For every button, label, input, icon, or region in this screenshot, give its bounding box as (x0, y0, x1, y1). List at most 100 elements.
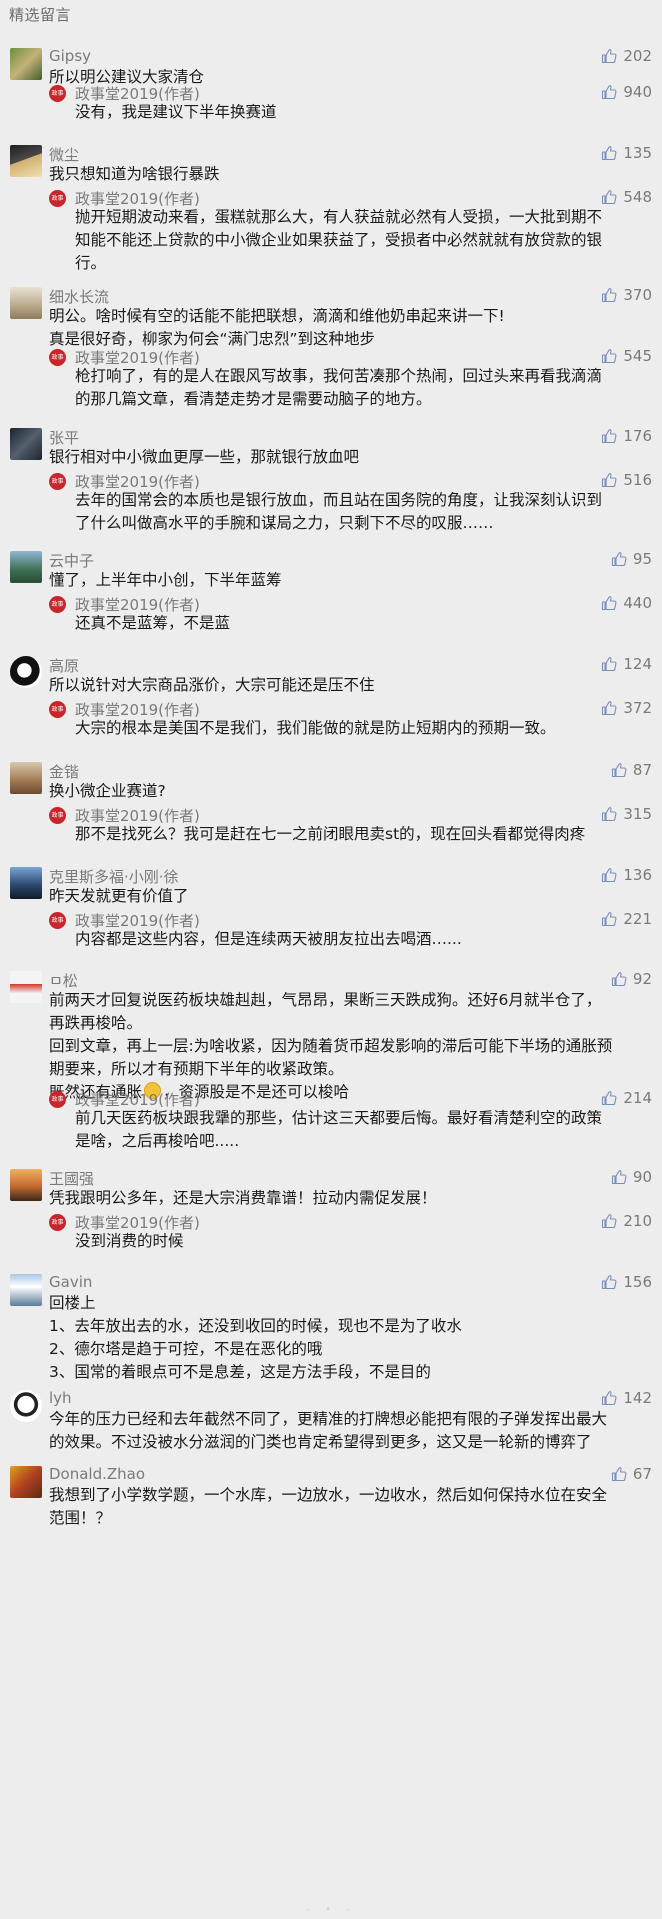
comment-text: 明公。啥时候有空的话能不能把联想，滴滴和维他奶串起来讲一下! 真是很好奇，柳家为何… (49, 305, 649, 351)
commenter-name[interactable]: 金锴 (49, 761, 79, 782)
text-line: 内容都是这些内容，但是连续两天被朋友拉出去喝酒…... (75, 930, 462, 948)
reply-like-button[interactable]: 315 (601, 805, 652, 823)
text-line: 期要来，所以才有预期下半年的收紧政策。 (49, 1060, 344, 1078)
thumbs-up-icon (601, 472, 617, 488)
reply-like-button[interactable]: 548 (601, 188, 652, 206)
reply-text: 抛开短期波动来看，蛋糕就那么大，有人获益就必然有人受损，一大批到期不 知能不能还上… (75, 206, 645, 275)
commenter-name[interactable]: 王國强 (49, 1168, 94, 1189)
commenter-name[interactable]: Gipsy (49, 47, 91, 65)
author-logo-icon: 政事堂 (49, 701, 66, 718)
commenter-name[interactable]: 云中子 (49, 550, 94, 571)
like-count: 135 (623, 144, 652, 162)
commenter-name[interactable]: 高原 (49, 655, 79, 676)
reply-like-button[interactable]: 221 (601, 910, 652, 928)
author-logo-icon: 政事堂 (49, 596, 66, 613)
thumbs-up-icon (601, 595, 617, 611)
author-logo-icon: 政事堂 (49, 349, 66, 366)
commenter-name[interactable]: 张平 (49, 427, 79, 448)
text-line: 我只想知道为啥银行暴跌 (49, 165, 220, 183)
like-button[interactable]: 202 (601, 47, 652, 65)
like-button[interactable]: 90 (611, 1168, 652, 1186)
like-count: 67 (632, 1465, 652, 1483)
reply-like-count: 210 (623, 1212, 652, 1230)
text-line: 回到文章，再上一层:为啥收紧，因为随着货币超发影响的滞后可能下半场的通胀预 (49, 1037, 613, 1055)
commenter-name[interactable]: lyh (49, 1389, 72, 1407)
reply-like-button[interactable]: 545 (601, 347, 652, 365)
avatar[interactable] (10, 867, 42, 899)
like-button[interactable]: 176 (601, 427, 652, 445)
avatar[interactable] (10, 1274, 42, 1306)
avatar[interactable] (10, 428, 42, 460)
like-count: 87 (632, 761, 652, 779)
reply-like-count: 372 (623, 699, 652, 717)
like-count: 370 (623, 286, 652, 304)
thumbs-up-icon (601, 656, 617, 672)
author-logo-icon: 政事堂 (49, 85, 66, 102)
reply-like-count: 940 (623, 83, 652, 101)
like-button[interactable]: 92 (611, 970, 652, 988)
avatar[interactable] (10, 1466, 42, 1498)
text-line: 所以说针对大宗商品涨价，大宗可能还是压不住 (49, 676, 375, 694)
reply-like-button[interactable]: 372 (601, 699, 652, 717)
thumbs-up-icon (601, 867, 617, 883)
like-button[interactable]: 95 (611, 550, 652, 568)
reply-like-button[interactable]: 516 (601, 471, 652, 489)
reply-text: 没有，我是建议下半年换赛道 (75, 101, 645, 124)
avatar[interactable] (10, 48, 42, 80)
thumbs-up-icon (611, 551, 627, 567)
like-count: 176 (623, 427, 652, 445)
reply-text: 内容都是这些内容，但是连续两天被朋友拉出去喝酒…... (75, 928, 645, 951)
commenter-name[interactable]: Gavin (49, 1273, 92, 1291)
like-count: 202 (623, 47, 652, 65)
text-line: 我想到了小学数学题，一个水库，一边放水，一边收水，然后如何保持水位在安全 (49, 1486, 608, 1504)
reply-like-button[interactable]: 214 (601, 1089, 652, 1107)
avatar[interactable] (10, 656, 42, 688)
text-line: 明公。啥时候有空的话能不能把联想，滴滴和维他奶串起来讲一下! (49, 307, 505, 325)
reply-like-button[interactable]: 940 (601, 83, 652, 101)
like-button[interactable]: 67 (611, 1465, 652, 1483)
text-line: 前几天医药板块跟我犟的那些，估计这三天都要后悔。最好看清楚利空的政策 (75, 1109, 603, 1127)
commenter-name[interactable]: ㅁ松 (49, 970, 78, 991)
thumbs-up-icon (601, 145, 617, 161)
avatar[interactable] (10, 971, 42, 1003)
like-button[interactable]: 156 (601, 1273, 652, 1291)
like-button[interactable]: 124 (601, 655, 652, 673)
thumbs-up-icon (601, 84, 617, 100)
reply-text: 还真不是蓝筹，不是蓝 (75, 612, 645, 635)
reply-like-button[interactable]: 210 (601, 1212, 652, 1230)
thumbs-up-icon (601, 1090, 617, 1106)
avatar[interactable] (10, 762, 42, 794)
page-end-dots: – • – (305, 1905, 357, 1915)
thumbs-up-icon (601, 700, 617, 716)
comment-text: 换小微企业赛道? (49, 780, 649, 803)
text-line: 行。 (75, 254, 107, 272)
thumbs-up-icon (601, 1274, 617, 1290)
reply-like-button[interactable]: 440 (601, 594, 652, 612)
thumbs-up-icon (611, 762, 627, 778)
text-line: 2、德尔塔是趋于可控，不是在恶化的哦 (49, 1340, 323, 1358)
commenter-name[interactable]: 细水长流 (49, 286, 109, 307)
like-button[interactable]: 370 (601, 286, 652, 304)
text-line: 了什么叫做高水平的手腕和谋局之力，只剩下不尽的叹服…… (75, 514, 494, 532)
reply-like-count: 221 (623, 910, 652, 928)
like-button[interactable]: 142 (601, 1389, 652, 1407)
text-line: 3、国常的着眼点可不是息差，这是方法手段，不是目的 (49, 1363, 431, 1381)
avatar[interactable] (10, 551, 42, 583)
thumbs-up-icon (601, 48, 617, 64)
text-line: 回楼上 (49, 1294, 96, 1312)
commenter-name[interactable]: Donald.Zhao (49, 1465, 145, 1483)
like-button[interactable]: 135 (601, 144, 652, 162)
avatar[interactable] (10, 287, 42, 319)
reply-text: 那不是找死么？我可是赶在七一之前闭眼甩卖st的，现在回头看都觉得肉疼 (75, 823, 645, 846)
avatar[interactable] (10, 1390, 42, 1422)
like-button[interactable]: 136 (601, 866, 652, 884)
thumbs-up-icon (601, 287, 617, 303)
like-button[interactable]: 87 (611, 761, 652, 779)
commenter-name[interactable]: 克里斯多福·小刚·徐 (49, 866, 179, 887)
avatar[interactable] (10, 1169, 42, 1201)
thumbs-up-icon (601, 189, 617, 205)
text-line: 还真不是蓝筹，不是蓝 (75, 614, 231, 632)
like-count: 90 (632, 1168, 652, 1186)
avatar[interactable] (10, 145, 42, 177)
commenter-name[interactable]: 微尘 (49, 144, 79, 165)
